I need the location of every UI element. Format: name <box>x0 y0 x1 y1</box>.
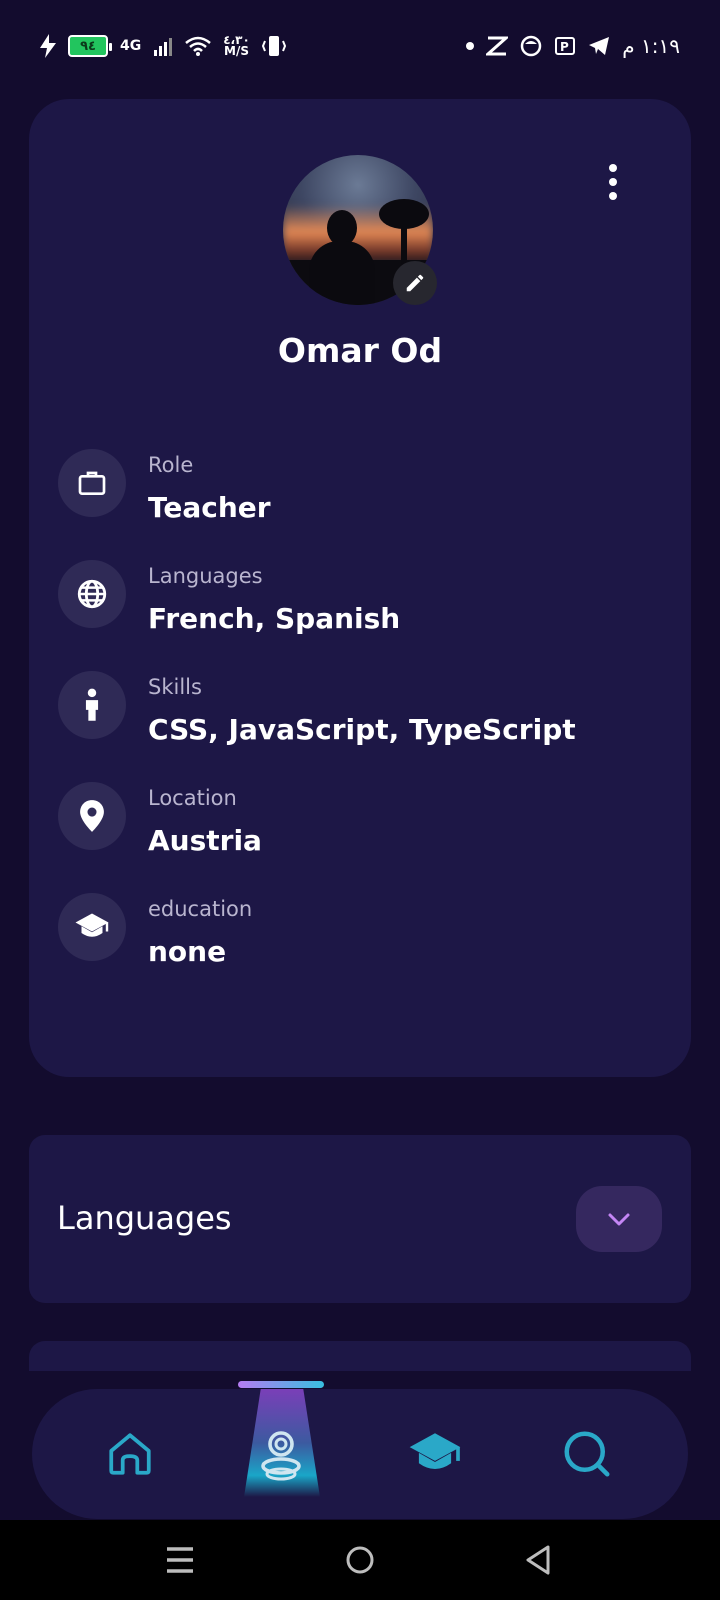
status-bar: ٩٤ 4G ٤،٣٠ M/S P ١:١٩ م <box>0 0 720 92</box>
info-value: Teacher <box>148 491 271 524</box>
battery-indicator: ٩٤ <box>68 35 112 57</box>
telegram-icon <box>589 37 610 55</box>
bottom-navigation <box>32 1381 688 1519</box>
globe-icon <box>77 579 107 609</box>
info-label: Location <box>148 786 237 810</box>
info-value: French, Spanish <box>148 602 401 635</box>
menu-icon <box>167 1547 193 1573</box>
profile-name: Omar Od <box>277 331 443 370</box>
languages-section-title: Languages <box>57 1199 232 1237</box>
wifi-icon <box>185 36 212 56</box>
app-parking-icon: P <box>555 37 576 55</box>
nav-profile[interactable] <box>231 1389 331 1519</box>
info-item-education: education none <box>58 893 658 1004</box>
info-label: Skills <box>148 675 202 699</box>
info-value: none <box>148 935 227 968</box>
info-item-languages: Languages French, Spanish <box>58 560 658 671</box>
profile-card: Omar Od Role Teacher Languages French, S… <box>29 99 691 1077</box>
back-triangle-icon <box>526 1545 550 1575</box>
clock: ١:١٩ م <box>622 34 680 58</box>
info-icon-circle <box>58 782 126 850</box>
battery-level: ٩٤ <box>80 38 96 54</box>
recent-apps-button[interactable] <box>160 1540 200 1580</box>
info-item-location: Location Austria <box>58 782 658 893</box>
more-vert-icon <box>609 164 617 172</box>
active-tab-indicator <box>238 1381 324 1388</box>
edit-avatar-button[interactable] <box>393 261 437 305</box>
graduation-cap-icon <box>75 913 109 937</box>
nav-search[interactable] <box>537 1389 637 1519</box>
pencil-icon <box>406 274 424 292</box>
status-left: ٩٤ 4G ٤،٣٠ M/S <box>40 34 286 58</box>
home-icon <box>109 1433 151 1475</box>
nav-education[interactable] <box>385 1389 485 1519</box>
profile-info-list: Role Teacher Languages French, Spanish S… <box>58 449 658 1004</box>
profile-icon <box>261 1431 301 1481</box>
info-item-role: Role Teacher <box>58 449 658 560</box>
avatar-container <box>283 155 437 305</box>
next-section-card <box>29 1341 691 1371</box>
info-item-skills: Skills CSS, JavaScript, TypeScript <box>58 671 658 782</box>
charging-icon <box>40 34 56 58</box>
status-right: P ١:١٩ م <box>466 34 680 58</box>
info-icon-circle <box>58 449 126 517</box>
education-icon <box>409 1433 461 1469</box>
expand-languages-button[interactable] <box>576 1186 662 1252</box>
info-value: Austria <box>148 824 262 857</box>
location-pin-icon <box>80 800 104 832</box>
info-icon-circle <box>58 893 126 961</box>
nav-home[interactable] <box>80 1389 180 1519</box>
person-icon <box>85 688 99 721</box>
circle-home-icon <box>346 1546 374 1574</box>
info-value: CSS, JavaScript, TypeScript <box>148 713 576 746</box>
system-navigation-bar <box>0 1520 720 1600</box>
info-label: Languages <box>148 564 263 588</box>
network-speed: ٤،٣٠ M/S <box>223 34 250 58</box>
search-icon <box>564 1431 610 1477</box>
briefcase-icon <box>78 471 106 495</box>
info-label: Role <box>148 453 194 477</box>
signal-icon <box>154 38 173 56</box>
svg-text:P: P <box>560 40 569 54</box>
chevron-down-icon <box>608 1213 630 1226</box>
info-icon-circle <box>58 560 126 628</box>
network-speed-unit: M/S <box>224 44 249 58</box>
info-label: education <box>148 897 253 921</box>
languages-section[interactable]: Languages <box>29 1135 691 1303</box>
network-type: 4G <box>120 38 142 54</box>
app-z-icon <box>486 36 509 56</box>
notification-dot-icon <box>466 42 475 50</box>
app-circle-icon <box>521 35 542 57</box>
info-icon-circle <box>58 671 126 739</box>
home-system-button[interactable] <box>340 1540 380 1580</box>
back-button[interactable] <box>518 1540 558 1580</box>
more-options-button[interactable] <box>595 161 631 203</box>
vibrate-icon <box>261 36 286 56</box>
